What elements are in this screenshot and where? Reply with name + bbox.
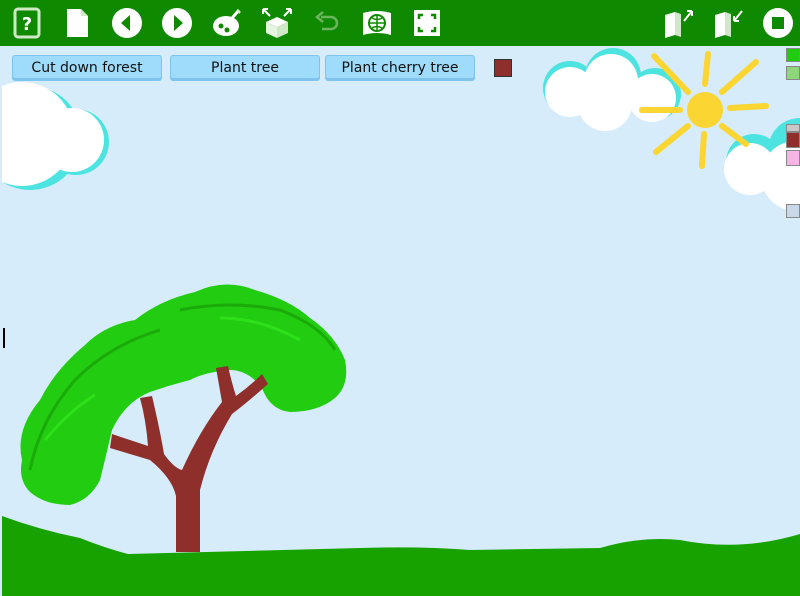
cut-down-forest-button[interactable]: Cut down forest bbox=[12, 55, 162, 81]
document-icon[interactable] bbox=[59, 5, 95, 41]
blossom-color-icon[interactable] bbox=[786, 150, 800, 166]
collapse-book-icon[interactable] bbox=[710, 5, 746, 41]
activity-canvas[interactable]: Cut down forest Plant tree Plant cherry … bbox=[2, 46, 800, 596]
previous-icon[interactable] bbox=[109, 5, 145, 41]
scene-drawing bbox=[2, 46, 800, 596]
globe-map-icon[interactable] bbox=[359, 5, 395, 41]
forest-palette-icon[interactable] bbox=[786, 66, 800, 80]
color-swatch[interactable] bbox=[494, 59, 512, 77]
scroll-handle[interactable] bbox=[786, 204, 800, 218]
svg-text:?: ? bbox=[22, 14, 32, 35]
palette-header bbox=[786, 124, 800, 132]
tree-palette-icon[interactable] bbox=[786, 48, 800, 62]
next-icon[interactable] bbox=[159, 5, 195, 41]
trunk-color-icon[interactable] bbox=[786, 132, 800, 148]
share-box-icon[interactable] bbox=[259, 5, 295, 41]
plant-tree-button[interactable]: Plant tree bbox=[170, 55, 320, 81]
paint-palette-icon[interactable] bbox=[209, 5, 245, 41]
expand-book-icon[interactable] bbox=[660, 5, 696, 41]
stop-icon[interactable] bbox=[760, 5, 796, 41]
undo-icon[interactable] bbox=[309, 5, 345, 41]
help-icon[interactable]: ? bbox=[9, 5, 45, 41]
toolbar: ? bbox=[0, 0, 800, 46]
text-cursor bbox=[3, 328, 5, 348]
fullscreen-icon[interactable] bbox=[409, 5, 445, 41]
plant-cherry-tree-button[interactable]: Plant cherry tree bbox=[325, 55, 475, 81]
